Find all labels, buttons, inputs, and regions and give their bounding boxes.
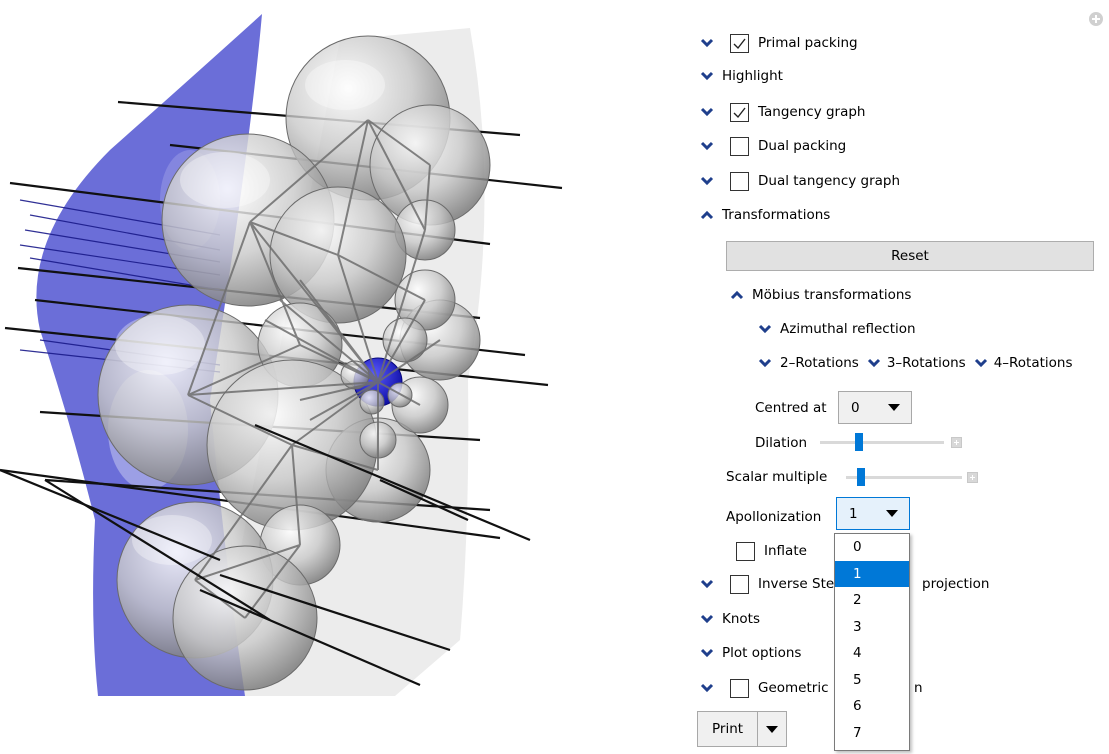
- chevron-down-icon[interactable]: [867, 356, 881, 370]
- dual-packing-checkbox[interactable]: [730, 136, 749, 156]
- chevron-down-icon[interactable]: [700, 69, 714, 83]
- mobius-row[interactable]: Möbius transformations: [730, 280, 911, 310]
- inverse-label-left: Inverse Ste: [758, 576, 835, 592]
- knots-label: Knots: [722, 611, 760, 627]
- expand-plus-icon[interactable]: [967, 472, 978, 483]
- chevron-down-icon[interactable]: [700, 577, 714, 591]
- dual-packing-label: Dual packing: [758, 138, 847, 154]
- chevron-down-icon[interactable]: [700, 612, 714, 626]
- dual-tangency-graph-row[interactable]: Dual tangency graph: [700, 166, 900, 196]
- dual-packing-row[interactable]: Dual packing: [700, 131, 846, 161]
- sphere-packing-plot[interactable]: [0, 0, 690, 754]
- chevron-down-icon[interactable]: [974, 356, 988, 370]
- apollonization-option[interactable]: 5: [835, 667, 909, 694]
- apollonization-option[interactable]: 2: [835, 587, 909, 614]
- chevron-up-icon[interactable]: [700, 208, 714, 222]
- reset-button[interactable]: Reset: [726, 241, 1094, 271]
- slider-track: [820, 441, 944, 444]
- tangency-graph-label: Tangency graph: [758, 104, 866, 120]
- inflate-row[interactable]: Inflate: [736, 536, 807, 566]
- centred-at-label: Centred at: [755, 400, 827, 416]
- dropdown-arrow-icon: [888, 404, 900, 411]
- tangency-graph-row[interactable]: Tangency graph: [700, 97, 866, 127]
- dilation-label: Dilation: [755, 435, 808, 451]
- dropdown-arrow-icon: [766, 725, 779, 733]
- dual-tangency-graph-label: Dual tangency graph: [758, 173, 901, 189]
- print-button-group: Print: [697, 711, 788, 747]
- apollonization-option[interactable]: 7: [835, 720, 909, 747]
- azimuthal-row[interactable]: Azimuthal reflection: [758, 314, 916, 344]
- chevron-up-icon[interactable]: [730, 288, 744, 302]
- apollonization-option[interactable]: 0: [835, 534, 909, 561]
- dual-tangency-graph-checkbox[interactable]: [730, 171, 749, 191]
- control-panel: Primal packing Highlight Tangency graph …: [690, 0, 1109, 754]
- rot4-label[interactable]: 4–Rotations: [994, 355, 1073, 371]
- print-button[interactable]: Print: [698, 712, 759, 746]
- chevron-down-icon[interactable]: [700, 139, 714, 153]
- inflate-label: Inflate: [764, 543, 807, 559]
- slider-thumb[interactable]: [855, 433, 863, 451]
- azimuthal-label: Azimuthal reflection: [780, 321, 916, 337]
- apollonization-options-list[interactable]: 01234567: [834, 533, 910, 751]
- apollonization-select[interactable]: 1: [836, 497, 910, 530]
- geometric-checkbox[interactable]: [730, 678, 749, 698]
- rot2-label[interactable]: 2–Rotations: [780, 355, 859, 371]
- slider-thumb[interactable]: [857, 468, 865, 486]
- dilation-slider[interactable]: [820, 431, 944, 453]
- plot-options-row[interactable]: Plot options: [700, 638, 801, 668]
- chevron-down-icon[interactable]: [700, 174, 714, 188]
- scalar-multiple-label: Scalar multiple: [726, 469, 828, 485]
- inverse-stereographic-row[interactable]: Inverse Ste: [700, 569, 834, 599]
- transformations-label: Transformations: [722, 207, 831, 223]
- transformations-row[interactable]: Transformations: [700, 200, 830, 230]
- geometric-label-right: n: [914, 680, 923, 696]
- plot-options-label: Plot options: [722, 645, 802, 661]
- apollonization-option[interactable]: 1: [835, 560, 909, 587]
- geometric-label-left: Geometric: [758, 680, 829, 696]
- expand-plus-icon[interactable]: [951, 437, 962, 448]
- chevron-down-icon[interactable]: [700, 646, 714, 660]
- scalar-multiple-slider[interactable]: [846, 466, 962, 488]
- chevron-down-icon[interactable]: [758, 356, 772, 370]
- chevron-down-icon[interactable]: [758, 322, 772, 336]
- apollonization-value: 1: [849, 505, 858, 522]
- dropdown-arrow-icon: [886, 510, 898, 517]
- chevron-down-icon[interactable]: [700, 105, 714, 119]
- rot3-label[interactable]: 3–Rotations: [887, 355, 966, 371]
- inverse-label-right: projection: [922, 576, 990, 592]
- mobius-label: Möbius transformations: [752, 287, 912, 303]
- primal-packing-label: Primal packing: [758, 35, 858, 51]
- centred-at-select[interactable]: 0: [838, 391, 912, 424]
- primal-packing-row[interactable]: Primal packing: [700, 28, 858, 58]
- apollonization-option[interactable]: 4: [835, 640, 909, 667]
- inverse-stereographic-checkbox[interactable]: [730, 574, 749, 594]
- rotations-row: 2–Rotations 3–Rotations 4–Rotations: [758, 348, 1073, 378]
- centred-at-value: 0: [851, 399, 860, 416]
- chevron-down-icon[interactable]: [700, 36, 714, 50]
- knots-row[interactable]: Knots: [700, 604, 760, 634]
- highlight-row[interactable]: Highlight: [700, 61, 783, 91]
- chevron-down-icon[interactable]: [700, 681, 714, 695]
- highlight-label: Highlight: [722, 68, 783, 84]
- print-dropdown-button[interactable]: [758, 712, 786, 746]
- tangency-graph-checkbox[interactable]: [730, 102, 749, 122]
- apollonization-option[interactable]: 3: [835, 614, 909, 641]
- primal-packing-checkbox[interactable]: [730, 33, 749, 53]
- inflate-checkbox[interactable]: [736, 541, 755, 561]
- geometric-row[interactable]: Geometric: [700, 673, 829, 703]
- apollonization-option[interactable]: 6: [835, 693, 909, 720]
- add-circle-icon[interactable]: [1089, 12, 1103, 26]
- apollonization-label: Apollonization: [726, 509, 822, 525]
